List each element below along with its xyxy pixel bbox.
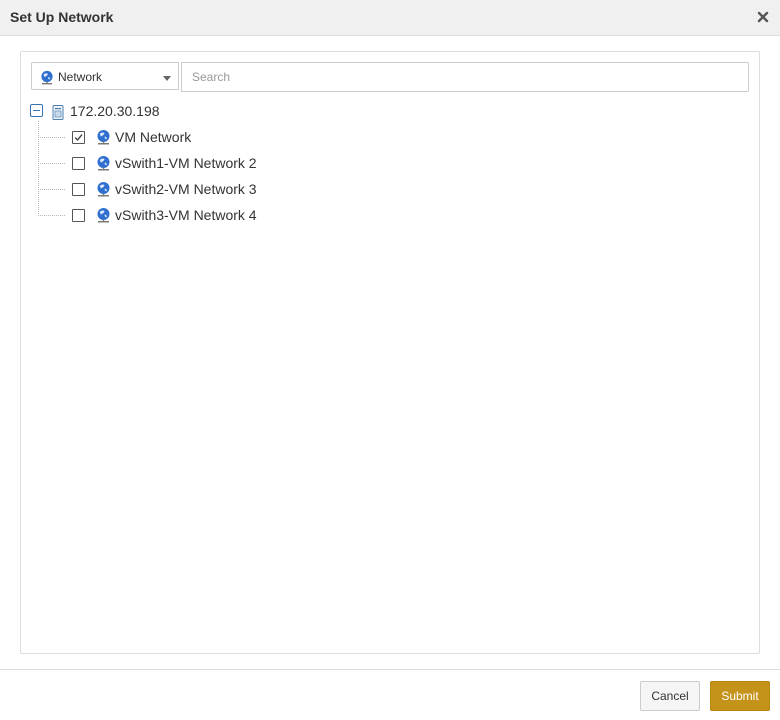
dialog-footer: Cancel Submit — [0, 669, 780, 720]
tree-node[interactable]: VM Network — [21, 126, 421, 148]
node-checkbox[interactable] — [72, 183, 85, 196]
network-globe-icon — [40, 70, 54, 91]
collapse-icon[interactable] — [30, 104, 43, 117]
network-globe-icon — [96, 181, 111, 203]
search-input[interactable] — [181, 62, 749, 92]
node-checkbox[interactable] — [72, 131, 85, 144]
node-label: vSwith3-VM Network 4 — [115, 207, 257, 223]
node-checkbox[interactable] — [72, 209, 85, 222]
resource-type-label: Network — [58, 70, 103, 84]
node-label: vSwith1-VM Network 2 — [115, 155, 257, 171]
node-label: VM Network — [115, 129, 192, 145]
network-globe-icon — [96, 129, 111, 151]
node-checkbox[interactable] — [72, 157, 85, 170]
network-globe-icon — [96, 155, 111, 177]
chevron-down-icon — [163, 76, 171, 81]
tree-node[interactable]: vSwith2-VM Network 3 — [21, 178, 421, 200]
tree-connector — [38, 163, 65, 164]
resource-type-dropdown[interactable]: Network — [31, 62, 179, 90]
tree-connector — [38, 189, 65, 190]
dialog-title: Set Up Network — [10, 9, 114, 25]
cancel-button[interactable]: Cancel — [640, 681, 700, 711]
submit-button[interactable]: Submit — [710, 681, 770, 711]
dialog-header: Set Up Network — [0, 0, 780, 36]
tree-connector — [38, 137, 65, 138]
tree-root-host[interactable]: 172.20.30.198 — [70, 103, 160, 119]
set-up-network-dialog: Set Up Network Network Search 172.20.30.… — [0, 0, 780, 720]
network-tree-panel: Network 172.20.30.198 — [20, 51, 760, 654]
network-globe-icon — [96, 207, 111, 229]
tree-connector — [38, 215, 65, 216]
tree-node[interactable]: vSwith1-VM Network 2 — [21, 152, 421, 174]
tree-node[interactable]: vSwith3-VM Network 4 — [21, 204, 421, 226]
server-icon — [52, 105, 64, 125]
close-icon[interactable] — [756, 8, 772, 26]
node-label: vSwith2-VM Network 3 — [115, 181, 257, 197]
